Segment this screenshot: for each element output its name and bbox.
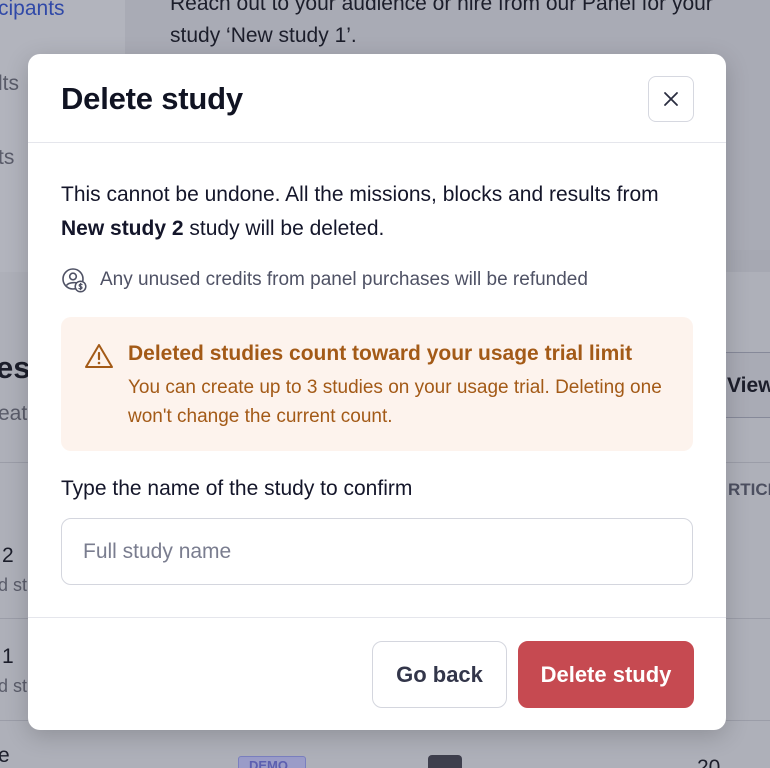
dialog-footer: Go back Delete study (28, 617, 726, 730)
warning-triangle-icon (85, 344, 113, 368)
warning-title: Deleted studies count toward your usage … (128, 342, 633, 365)
demo-badge-label: DEMO (249, 758, 288, 768)
view-button-label: View (727, 374, 770, 397)
trial-limit-warning: Deleted studies count toward your usage … (61, 317, 693, 451)
study-name-input[interactable] (61, 518, 693, 585)
sidebar-item-settings: ts (0, 146, 15, 169)
avatar (428, 755, 462, 768)
table-column-header: RTICI (728, 480, 770, 499)
close-icon (664, 92, 678, 106)
sidebar-item-participants: cipants (0, 0, 65, 20)
description-suffix: study will be deleted. (183, 217, 385, 240)
delete-study-dialog: Delete study This cannot be undone. All … (28, 54, 726, 730)
study-name: New study 2 (61, 217, 184, 240)
dialog-title: Delete study (61, 81, 243, 116)
table-row-subtitle: d st (0, 676, 28, 696)
table-row-subtitle: d st (0, 575, 28, 595)
banner-text-line2: study ‘New study 1’. (170, 24, 357, 47)
table-row-title: e (0, 744, 10, 767)
refund-note-text: Any unused credits from panel purchases … (100, 269, 588, 290)
banner-text-line1: Reach out to your audience or hire from … (170, 0, 713, 15)
go-back-button[interactable]: Go back (372, 641, 507, 708)
participants-count: 20 (697, 756, 721, 768)
dialog-description: This cannot be undone. All the missions,… (61, 178, 701, 246)
sidebar-item-results: lts (0, 72, 19, 95)
description-prefix: This cannot be undone. All the missions,… (61, 183, 659, 206)
close-button[interactable] (648, 76, 694, 122)
table-row-title: 1 (2, 645, 14, 668)
dialog-header: Delete study (28, 54, 726, 143)
refund-note: Any unused credits from panel purchases … (61, 266, 588, 294)
confirm-input-label: Type the name of the study to confirm (61, 477, 413, 500)
delete-study-button[interactable]: Delete study (518, 641, 694, 708)
section-heading: es (0, 350, 31, 385)
coin-user-icon (62, 268, 87, 293)
warning-body: You can create up to 3 studies on your u… (128, 377, 662, 427)
table-row-title: 2 (2, 544, 14, 567)
